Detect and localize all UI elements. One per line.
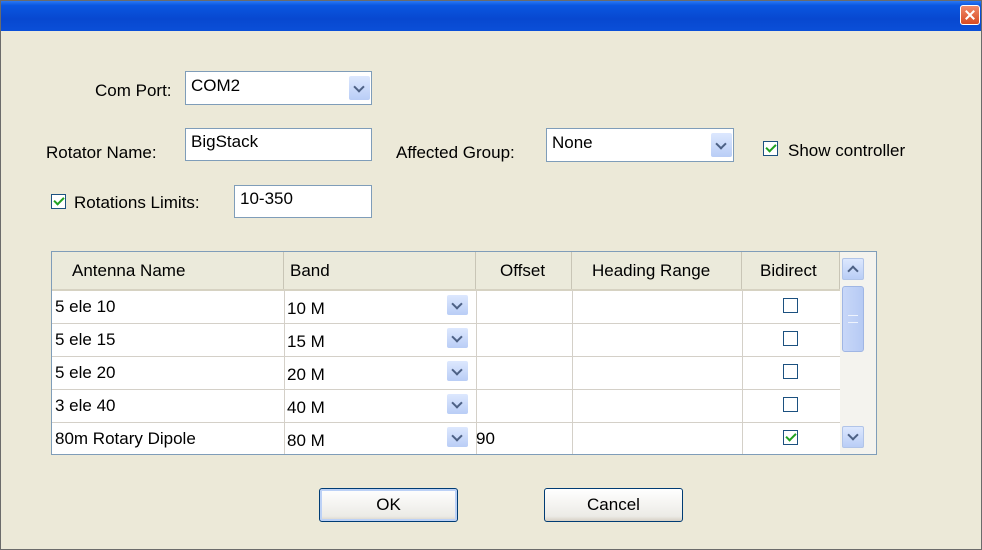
dialog-window: Com Port: COM2 Rotator Name: BigStack Af…	[0, 0, 982, 550]
offset-cell[interactable]: 90	[476, 422, 572, 454]
band-cell[interactable]: 15 M	[284, 323, 444, 356]
com-port-value: COM2	[191, 76, 241, 95]
chevron-down-icon[interactable]	[447, 295, 468, 315]
scroll-up-icon[interactable]	[842, 258, 864, 280]
band-cell[interactable]: 80 M	[284, 422, 444, 454]
rotator-name-input[interactable]: BigStack	[185, 128, 372, 161]
chevron-down-icon[interactable]	[447, 394, 468, 414]
chevron-down-icon[interactable]	[447, 361, 468, 381]
chevron-down-icon[interactable]	[711, 133, 732, 157]
heading-range-cell[interactable]	[572, 422, 742, 454]
show-controller-checkbox[interactable]	[763, 141, 778, 156]
offset-cell[interactable]	[476, 323, 572, 356]
column-header-bidirect[interactable]: Bidirect	[742, 252, 840, 289]
antenna-name-cell[interactable]: 5 ele 15	[52, 323, 284, 356]
antenna-name-cell[interactable]: 5 ele 20	[52, 356, 284, 389]
offset-cell[interactable]	[476, 356, 572, 389]
scroll-thumb[interactable]	[842, 286, 864, 352]
bidirect-checkbox[interactable]	[783, 298, 798, 313]
column-header-offset[interactable]: Offset	[476, 252, 572, 289]
offset-cell[interactable]	[476, 389, 572, 422]
table-row[interactable]: 80m Rotary Dipole 80 M 90	[52, 422, 840, 454]
heading-range-cell[interactable]	[572, 323, 742, 356]
band-cell[interactable]: 10 M	[284, 290, 444, 323]
title-bar[interactable]	[1, 1, 981, 31]
bidirect-checkbox[interactable]	[783, 430, 798, 445]
rotation-limits-checkbox[interactable]	[51, 194, 66, 209]
show-controller-label: Show controller	[788, 141, 906, 160]
antenna-name-cell[interactable]: 5 ele 10	[52, 290, 284, 323]
cancel-button[interactable]: Cancel	[544, 488, 683, 522]
affected-group-label: Affected Group:	[396, 143, 515, 162]
antenna-name-cell[interactable]: 3 ele 40	[52, 389, 284, 422]
column-header-antenna-name[interactable]: Antenna Name	[52, 252, 284, 289]
table-row[interactable]: 3 ele 40 40 M	[52, 389, 840, 423]
chevron-down-icon[interactable]	[447, 427, 468, 447]
affected-group-select[interactable]: None	[546, 128, 734, 162]
bidirect-checkbox[interactable]	[783, 331, 798, 346]
heading-range-cell[interactable]	[572, 389, 742, 422]
table-row[interactable]: 5 ele 20 20 M	[52, 356, 840, 390]
rotator-name-label: Rotator Name:	[46, 143, 157, 162]
rotation-limits-input[interactable]: 10-350	[234, 185, 372, 218]
com-port-label: Com Port:	[95, 81, 172, 100]
band-cell[interactable]: 40 M	[284, 389, 444, 422]
antenna-name-cell[interactable]: 80m Rotary Dipole	[52, 422, 284, 454]
band-cell[interactable]: 20 M	[284, 356, 444, 389]
antenna-grid: Antenna Name Band Offset Heading Range B…	[51, 251, 877, 455]
ok-button[interactable]: OK	[319, 488, 458, 522]
affected-group-value: None	[552, 133, 593, 152]
close-icon[interactable]	[960, 5, 980, 25]
heading-range-cell[interactable]	[572, 356, 742, 389]
bidirect-checkbox[interactable]	[783, 364, 798, 379]
scroll-down-icon[interactable]	[842, 426, 864, 448]
grid-header: Antenna Name Band Offset Heading Range B…	[52, 252, 840, 291]
table-row[interactable]: 5 ele 15 15 M	[52, 323, 840, 357]
bidirect-checkbox[interactable]	[783, 397, 798, 412]
com-port-select[interactable]: COM2	[185, 71, 372, 105]
column-header-band[interactable]: Band	[284, 252, 476, 289]
vertical-scrollbar[interactable]	[840, 252, 876, 454]
table-row[interactable]: 5 ele 10 10 M	[52, 290, 840, 324]
heading-range-cell[interactable]	[572, 290, 742, 323]
rotation-limits-label: Rotations Limits:	[74, 193, 200, 212]
offset-cell[interactable]	[476, 290, 572, 323]
column-header-heading-range[interactable]: Heading Range	[572, 252, 742, 289]
chevron-down-icon[interactable]	[447, 328, 468, 348]
chevron-down-icon[interactable]	[349, 76, 370, 100]
